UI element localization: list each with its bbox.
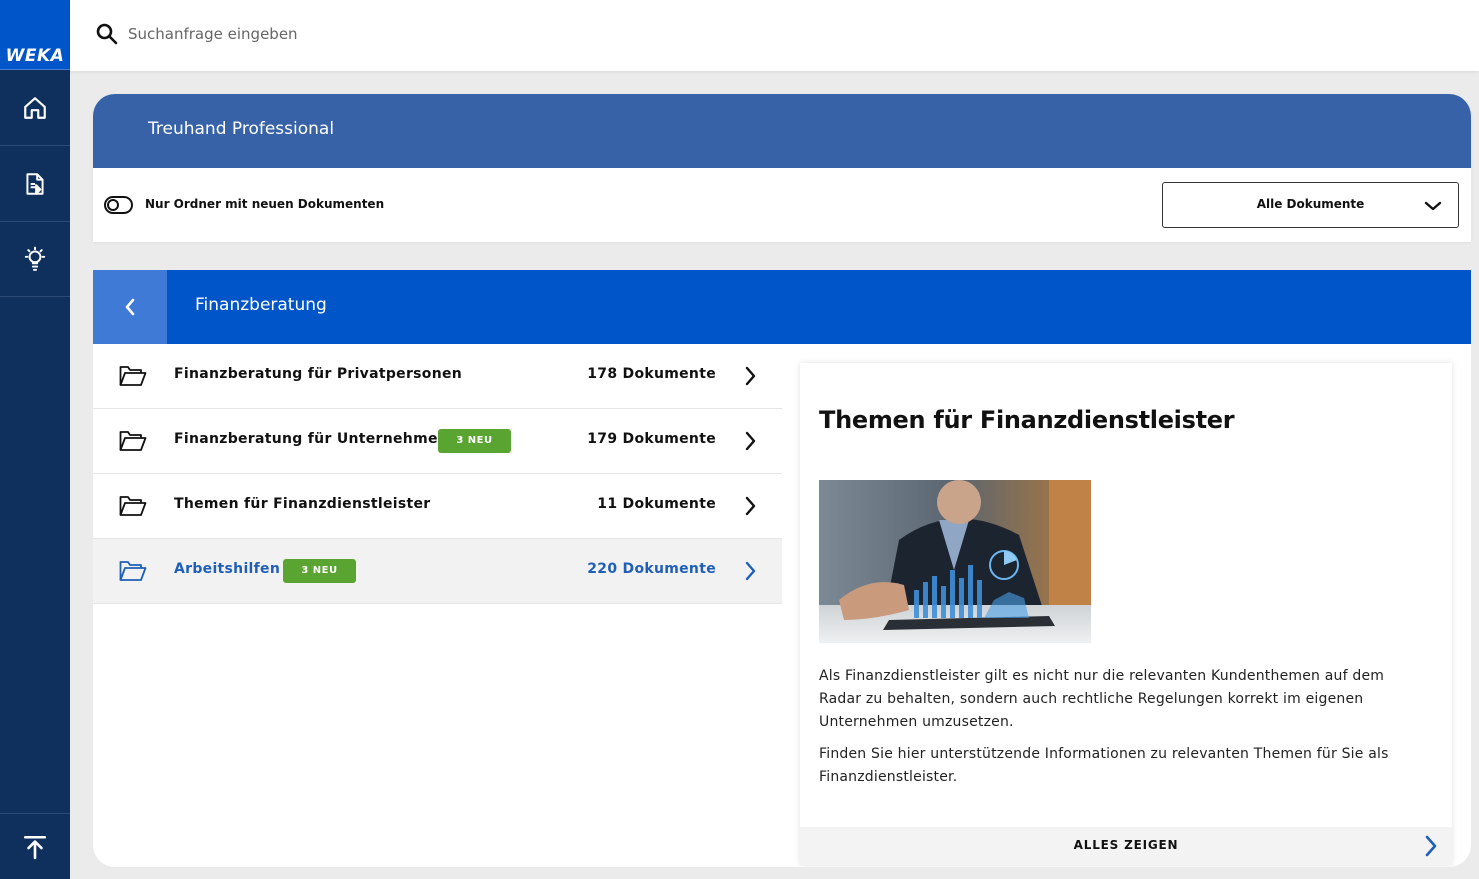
toggle-knob	[107, 199, 119, 211]
list-item[interactable]: Themen für Finanzdienstleister 11 Dokume…	[93, 474, 782, 539]
product-card: Treuhand Professional Nur Ordner mit neu…	[93, 94, 1471, 242]
new-badge: 3 NEU	[438, 429, 511, 453]
document-count: 220 Dokumente	[587, 561, 716, 577]
info-title: Themen für Finanzdienstleister	[819, 406, 1235, 434]
home-icon	[24, 97, 46, 119]
logo-text: WEKA	[5, 46, 65, 66]
search-input[interactable]	[128, 19, 828, 49]
scroll-top-icon	[23, 835, 47, 859]
list-item-title: Finanzberatung für Unternehmen	[174, 431, 449, 447]
new-badge: 3 NEU	[283, 559, 356, 583]
folder-open-icon	[119, 561, 147, 581]
chevron-left-icon	[125, 298, 135, 316]
list-item[interactable]: Finanzberatung für Unternehmen 3 NEU 179…	[93, 409, 782, 474]
sidebar-item-ideas[interactable]	[0, 222, 70, 297]
finance-image	[819, 480, 1091, 643]
show-all-button[interactable]: ALLES ZEIGEN	[800, 827, 1452, 865]
chevron-right-icon	[745, 496, 756, 516]
sidebar-item-home[interactable]	[0, 71, 70, 146]
sidebar: WEKA	[0, 0, 70, 879]
weka-logo[interactable]: WEKA	[0, 0, 70, 70]
list-item-title: Arbeitshilfen	[174, 561, 281, 577]
top-bar	[70, 0, 1479, 71]
folder-open-icon	[119, 496, 147, 516]
document-filter-select[interactable]: Alle Dokumente	[1162, 182, 1459, 228]
folder-open-icon	[119, 366, 147, 386]
document-count: 11 Dokumente	[597, 496, 716, 512]
list-item-title: Finanzberatung für Privatpersonen	[174, 366, 463, 382]
back-button[interactable]	[93, 270, 167, 344]
chevron-right-icon	[745, 561, 756, 581]
folder-title: Finanzberatung	[195, 295, 327, 315]
sidebar-item-documents[interactable]	[0, 147, 70, 222]
folder-list: Finanzberatung für Privatpersonen 178 Do…	[93, 344, 782, 604]
toggle-label: Nur Ordner mit neuen Dokumenten	[145, 197, 385, 211]
document-count: 179 Dokumente	[587, 431, 716, 447]
folder-open-icon	[119, 431, 147, 451]
product-title: Treuhand Professional	[148, 119, 335, 139]
search-icon[interactable]	[95, 22, 119, 46]
product-header: Treuhand Professional	[93, 94, 1471, 168]
folder-header: Finanzberatung	[93, 270, 1471, 344]
chevron-down-icon	[1424, 201, 1442, 211]
show-all-label: ALLES ZEIGEN	[1073, 838, 1179, 852]
select-value: Alle Dokumente	[1256, 197, 1365, 211]
info-paragraph: Finden Sie hier unterstützende Informati…	[819, 746, 1389, 785]
lightbulb-icon	[24, 246, 46, 271]
scroll-top-button[interactable]	[0, 813, 70, 879]
document-count: 178 Dokumente	[587, 366, 716, 382]
chevron-right-icon	[1425, 835, 1437, 857]
new-documents-toggle[interactable]	[104, 196, 133, 214]
chevron-right-icon	[745, 431, 756, 451]
list-item-title: Themen für Finanzdienstleister	[174, 496, 431, 512]
info-paragraph: Als Finanzdienstleister gilt es nicht nu…	[819, 668, 1385, 730]
info-description: Als Finanzdienstleister gilt es nicht nu…	[819, 665, 1419, 789]
info-panel: Themen für Finanzdienstleister Als Finan…	[800, 363, 1452, 865]
folder-card: Finanzberatung Finanzberatung für Privat…	[93, 270, 1471, 867]
chevron-right-icon	[745, 366, 756, 386]
list-item[interactable]: Arbeitshilfen 3 NEU 220 Dokumente	[93, 539, 782, 604]
documents-icon	[26, 173, 44, 195]
list-item[interactable]: Finanzberatung für Privatpersonen 178 Do…	[93, 344, 782, 409]
